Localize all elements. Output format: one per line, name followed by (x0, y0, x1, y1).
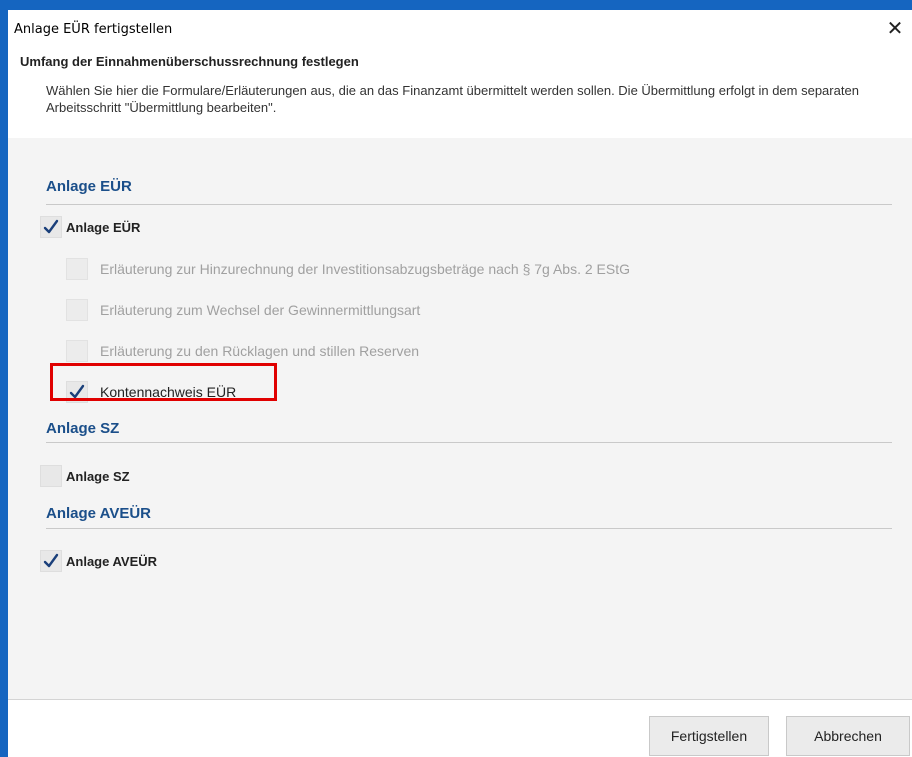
checkbox-box (66, 299, 88, 321)
cancel-button[interactable]: Abbrechen (786, 716, 910, 756)
checkbox-label: Erläuterung zur Hinzurechnung der Invest… (100, 261, 630, 277)
checkbox-label: Erläuterung zu den Rücklagen und stillen… (100, 343, 420, 359)
checkbox-label: Anlage SZ (66, 469, 130, 484)
checkbox-box (66, 340, 88, 362)
title-bar: Anlage EÜR fertigstellen ✕ (8, 10, 912, 40)
dialog-window: Anlage EÜR fertigstellen ✕ Umfang der Ei… (8, 10, 912, 757)
checkbox-label: Anlage EÜR (66, 220, 141, 235)
window-title: Anlage EÜR fertigstellen (14, 22, 173, 37)
options-panel: Anlage EÜR Anlage EÜR Erläuterung zur Hi… (8, 138, 912, 699)
checkbox-box[interactable] (40, 550, 62, 572)
page-heading: Umfang der Einnahmenüberschussrechnung f… (20, 54, 359, 69)
highlight-box (50, 363, 277, 401)
close-icon[interactable]: ✕ (878, 16, 912, 40)
finish-button[interactable]: Fertigstellen (649, 716, 769, 756)
section-title-anlage-sz: Anlage SZ (46, 420, 120, 437)
check-icon (43, 219, 59, 234)
dialog-footer: Fertigstellen Abbrechen (8, 699, 912, 757)
checkbox-box[interactable] (40, 216, 62, 238)
section-title-anlage-aveur: Anlage AVEÜR (46, 505, 152, 522)
check-icon (43, 553, 59, 568)
section-divider (46, 528, 892, 529)
checkbox-box[interactable] (40, 465, 62, 487)
section-divider (46, 442, 892, 443)
checkbox-label: Anlage AVEÜR (66, 554, 158, 569)
dialog-header: Umfang der Einnahmenüberschussrechnung f… (8, 40, 912, 139)
section-divider (46, 204, 892, 205)
checkbox-label: Erläuterung zum Wechsel der Gewinnermitt… (100, 302, 421, 318)
section-title-anlage-eur: Anlage EÜR (46, 178, 132, 195)
window-frame (0, 0, 2, 757)
checkbox-box (66, 258, 88, 280)
page-description: Wählen Sie hier die Formulare/Erläuterun… (46, 83, 859, 115)
